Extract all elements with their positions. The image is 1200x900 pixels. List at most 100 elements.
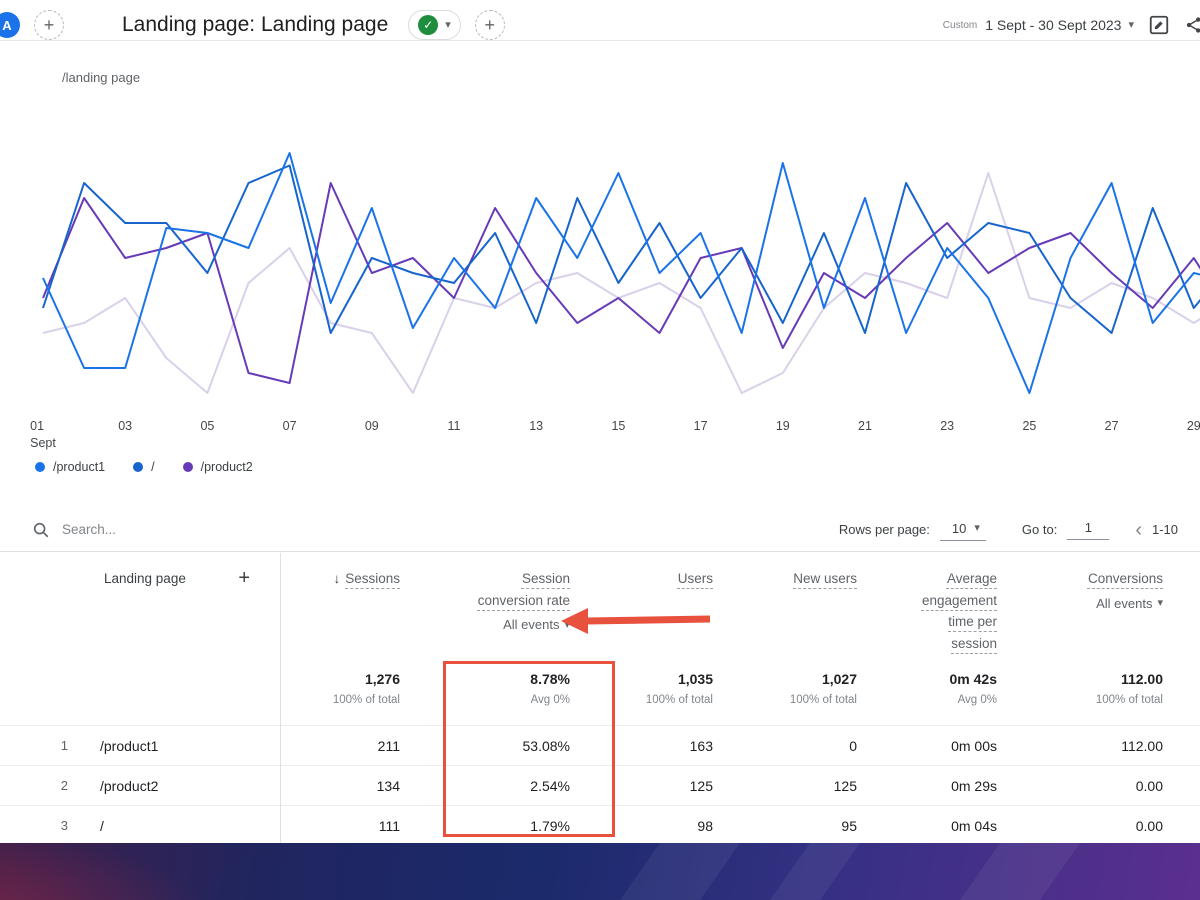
clipped-scrolled-text: /landing page [62, 70, 141, 85]
cell-users: 163 [689, 737, 713, 754]
share-report-icon[interactable] [1184, 12, 1200, 38]
totals-conversions: 112.00 100% of total [1095, 671, 1163, 706]
add-dimension-icon[interactable]: + [238, 568, 250, 588]
table-pagination-controls: Rows per page: 10 ▾ Go to: ‹ 1-10 [839, 519, 1186, 541]
x-tick-label: 03 [118, 419, 133, 433]
add-metric-button[interactable]: + [474, 10, 505, 40]
cell-avg-engagement-time: 0m 00s [951, 737, 997, 754]
x-tick-label: 05 [200, 419, 215, 433]
x-tick-label: 15 [611, 419, 626, 433]
customize-report-icon[interactable] [1146, 12, 1172, 38]
row-number: 2 [60, 778, 68, 793]
cell-conversion-rate: 2.54% [530, 777, 570, 794]
chevron-down-icon: ▾ [1128, 18, 1134, 31]
x-tick-label: 09 [364, 419, 379, 433]
cell-users: 98 [697, 817, 713, 834]
chart-line [42, 172, 1200, 394]
sort-desc-icon: ↓ [333, 571, 341, 586]
x-tick-label: 17 [693, 419, 708, 433]
table-toolbar: Rows per page: 10 ▾ Go to: ‹ 1-10 [0, 508, 1200, 552]
cell-conversion-rate: 53.08% [522, 737, 570, 754]
column-label: Average engagement time per session [921, 571, 997, 651]
band-stripe [606, 843, 754, 900]
ga4-landing-page-report: A + Landing page: Landing page ✓ ▾ + Cus… [0, 0, 1200, 900]
chart-line [42, 152, 1200, 394]
go-to-label: Go to: [1021, 522, 1058, 537]
cell-sessions: 134 [376, 777, 400, 794]
column-header-avg-engagement-time[interactable]: Average engagement time per session [857, 552, 997, 657]
chart-area: 01 Sept 03 05 07 09 11 13 15 17 19 21 23 25 27 29 /prod… [0, 88, 1200, 488]
report-status-pill[interactable]: ✓ ▾ [408, 10, 461, 40]
column-header-conversions[interactable]: Conversions All events ▾ [997, 552, 1200, 657]
legend-label: /product2 [200, 460, 253, 474]
legend-dot [35, 462, 45, 472]
totals-sessions: 1,276 100% of total [332, 671, 400, 706]
column-header-users[interactable]: Users [570, 552, 713, 657]
pagination-range: 1-10 [1152, 522, 1179, 537]
column-label: Sessions [345, 571, 400, 586]
table-row: 2 /product2 134 2.54% 125 125 0m 29s 0.0… [0, 765, 1200, 805]
legend-item-product1: /product1 [35, 460, 105, 474]
table-totals-row: 1,276 100% of total 8.78% Avg 0% 1,035 1… [0, 657, 1200, 725]
column-label: New users [793, 571, 857, 586]
chevron-down-icon: ▾ [445, 18, 451, 31]
column-label: conversion rate [477, 592, 570, 608]
header-left: A + Landing page: Landing page ✓ ▾ + [0, 10, 505, 40]
column-header-session-conversion-rate[interactable]: Session conversion rate All events ▾ [400, 552, 570, 657]
x-tick-label: 19 [775, 419, 790, 433]
landing-page-link[interactable]: /product1 [100, 738, 158, 754]
column-divider [280, 553, 281, 848]
landing-page-link[interactable]: / [100, 818, 104, 834]
cell-users: 125 [689, 777, 713, 794]
filter-label: All events [1096, 595, 1153, 611]
avatar[interactable]: A [0, 12, 20, 38]
column-header-sessions[interactable]: ↓ Sessions [280, 552, 400, 657]
row-number: 1 [60, 738, 68, 753]
cell-avg-engagement-time: 0m 29s [951, 777, 997, 794]
row-number: 3 [60, 818, 68, 833]
table-header-row: Landing page + ↓ Sessions Session convers… [0, 552, 1200, 657]
event-filter-dropdown[interactable]: All events ▾ [503, 615, 570, 636]
column-header-landing-page[interactable]: Landing page + [0, 552, 280, 657]
check-circle-icon: ✓ [418, 15, 439, 35]
totals-dimension-cell [0, 657, 280, 725]
date-range-text: 1 Sept - 30 Sept 2023 [985, 17, 1122, 33]
x-tick-label: 11 [447, 419, 461, 433]
chevron-left-icon[interactable]: ‹ [1135, 520, 1142, 540]
date-range-type-label: Custom [942, 19, 978, 31]
legend-label: /product1 [53, 460, 106, 474]
avatar-letter: A [2, 17, 12, 33]
legend-item-root: / [133, 460, 155, 474]
column-label: Users [677, 571, 713, 586]
video-frame-band [0, 843, 1200, 900]
cell-conversion-rate: 1.79% [530, 817, 570, 834]
report-table: Rows per page: 10 ▾ Go to: ‹ 1-10 Landin… [0, 508, 1200, 848]
go-to-page-input[interactable] [1067, 519, 1110, 540]
totals-users: 1,035 100% of total [645, 671, 713, 706]
column-label: Conversions [1087, 571, 1163, 586]
band-glow [0, 843, 210, 900]
legend-dot [133, 462, 144, 472]
date-range-selector[interactable]: 1 Sept - 30 Sept 2023 ▾ [985, 17, 1134, 33]
search-icon [33, 522, 49, 537]
totals-conversion-rate: 8.78% Avg 0% [530, 671, 570, 706]
x-tick-label: 21 [858, 419, 872, 433]
landing-page-link[interactable]: /product2 [100, 778, 158, 794]
app-header: A + Landing page: Landing page ✓ ▾ + Cus… [0, 0, 1200, 41]
rows-per-page-value: 10 [951, 520, 967, 536]
cell-avg-engagement-time: 0m 04s [951, 817, 997, 834]
check-glyph: ✓ [423, 18, 434, 32]
x-axis: 01 Sept 03 05 07 09 11 13 15 17 19 21 23 25 27 29 [0, 418, 1200, 454]
table-row: 1 /product1 211 53.08% 163 0 0m 00s 112.… [0, 725, 1200, 765]
search-input[interactable] [62, 522, 262, 537]
plus-icon: + [43, 15, 55, 35]
column-header-new-users[interactable]: New users [713, 552, 857, 657]
x-tick-label: 27 [1104, 419, 1119, 433]
rows-per-page-select[interactable]: 10 ▾ [939, 519, 986, 541]
share-nodes-icon [1186, 17, 1200, 33]
x-tick-label: 07 [282, 419, 297, 433]
legend-item-product2: /product2 [182, 460, 253, 474]
add-comparison-button[interactable]: + [34, 10, 64, 40]
event-filter-dropdown[interactable]: All events ▾ [1096, 594, 1163, 615]
legend-label: / [151, 460, 155, 474]
